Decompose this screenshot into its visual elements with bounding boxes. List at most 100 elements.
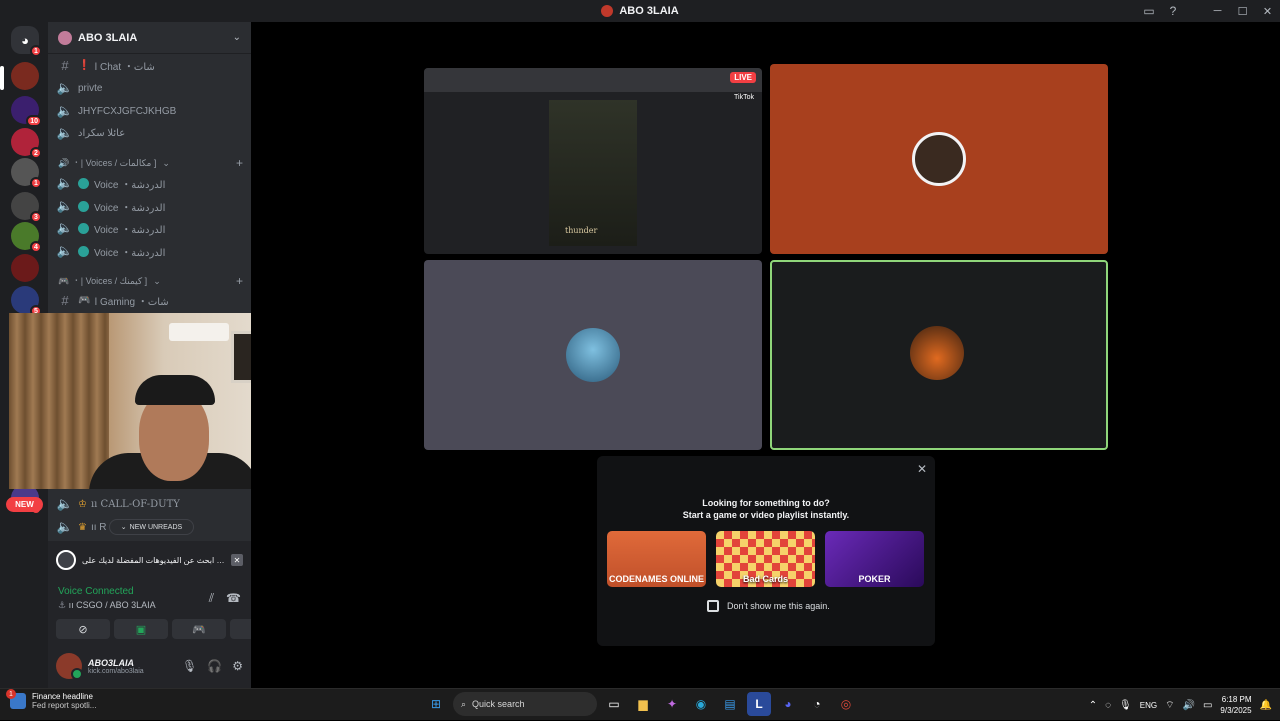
search-box[interactable]: ⌕ Quick search — [453, 692, 597, 716]
server-icon[interactable] — [11, 62, 39, 90]
chevron-up-icon[interactable]: ⌃ — [1089, 700, 1097, 711]
help-icon[interactable]: ? — [1161, 0, 1185, 22]
volume-icon[interactable]: 🔊 — [1183, 700, 1195, 711]
voice-channel[interactable]: 🔈 Voice ・الدردشة — [56, 196, 246, 216]
dont-show-checkbox[interactable]: Don't show me this again. — [707, 600, 830, 612]
voice-channel-cod[interactable]: 🔈 ♔ ıı CALL-OF-DUTY — [56, 494, 246, 514]
noise-suppression-icon[interactable]: ⫽ — [209, 591, 214, 606]
voice-channel[interactable]: 🔈 Voice ・الدردشة — [56, 173, 246, 193]
new-servers-pill[interactable]: NEW — [6, 497, 43, 512]
headphones-icon[interactable]: 🎧 — [207, 659, 222, 673]
globe-icon — [78, 200, 89, 212]
channel-privte[interactable]: 🔈 privte — [56, 78, 246, 98]
notification-icon[interactable]: 🔔 — [1260, 700, 1272, 711]
hash-icon: # — [61, 57, 69, 73]
avatar — [566, 328, 620, 382]
clock[interactable]: 6:18 PM 9/3/2025 — [1220, 694, 1251, 716]
activity-bar[interactable]: استكشف - ابحث عن الفيديوهات المفضلة لديك… — [48, 541, 251, 579]
voice-channel-info[interactable]: ⚓ ıı CSGO / ABO 3LAIA — [58, 600, 156, 611]
server-icon[interactable]: 1 — [11, 158, 42, 189]
battery-icon[interactable]: ▭ — [1203, 700, 1212, 711]
channel-voice[interactable]: 🔈 JHYFCXJGFCJKHGB — [56, 101, 246, 121]
category-label: 🔊 ⠐ | Voices / مكالمات ] — [58, 157, 157, 168]
chevron-down-icon[interactable]: ⌄ — [233, 32, 241, 43]
server-emoji-icon — [58, 30, 72, 45]
close-button[interactable]: ✕ — [1255, 0, 1280, 22]
game-card-codenames[interactable]: CODENAMES ONLINE — [607, 531, 706, 587]
news-badge: 1 — [6, 689, 16, 699]
channel-gaming[interactable]: # 🎮 ا Gaming ・شات — [56, 290, 246, 310]
inbox-icon[interactable]: ▭ — [1137, 0, 1161, 22]
server-header[interactable]: ABO 3LAIA ⌄ — [48, 22, 251, 54]
gear-icon[interactable]: ⚙ — [232, 659, 243, 673]
new-unreads-button[interactable]: ⌄ NEW UNREADS — [109, 519, 194, 535]
microphone-icon[interactable]: 🎙 — [1119, 700, 1132, 711]
minimize-button[interactable]: ─ — [1205, 0, 1230, 22]
microphone-icon[interactable]: 🎙 — [182, 659, 197, 673]
file-explorer-icon[interactable]: ▆ — [631, 692, 655, 716]
server-badge: 10 — [26, 115, 42, 127]
server-badge: 2 — [30, 147, 42, 159]
channel-chat[interactable]: # ❗ ا Chat ・شات — [56, 55, 246, 75]
server-icon[interactable]: 4 — [11, 222, 42, 253]
category-games[interactable]: 🎮 ⠐ | Voices / كيمنك ] ⌄ + — [58, 274, 243, 288]
game-name: Bad Cards — [742, 574, 788, 584]
screen-share-button[interactable]: ▣ — [114, 619, 168, 639]
close-icon[interactable]: ✕ — [231, 554, 243, 566]
add-channel-icon[interactable]: + — [236, 274, 243, 288]
hash-icon: # — [61, 292, 69, 308]
search-icon: ⌕ — [461, 698, 467, 709]
server-icon[interactable] — [11, 254, 39, 282]
discord-home-icon[interactable]: ◕ 1 — [11, 26, 42, 57]
discord-icon[interactable]: ◕ — [776, 692, 800, 716]
speaker-icon: 🔈 — [56, 496, 74, 511]
speaker-icon: 🔈 — [56, 220, 74, 235]
category-voices[interactable]: 🔊 ⠐ | Voices / مكالمات ] ⌄ + — [58, 156, 243, 170]
checkbox[interactable] — [707, 600, 719, 612]
voice-channel-name: ıı CSGO / ABO 3LAIA — [68, 600, 156, 610]
voice-channel[interactable]: 🔈 Voice ・الدردشة — [56, 241, 246, 261]
server-icon[interactable]: 10 — [11, 96, 42, 127]
task-view-icon[interactable]: ▭ — [602, 692, 626, 716]
activities-button[interactable]: 🎮 — [172, 619, 226, 639]
store-icon[interactable]: ▤ — [718, 692, 742, 716]
edge-icon[interactable]: ◉ — [689, 692, 713, 716]
disconnect-icon[interactable]: ☎ — [226, 591, 241, 606]
news-subtitle: Fed report spotli... — [32, 701, 97, 710]
start-icon[interactable]: ⊞ — [424, 692, 448, 716]
participant-tile[interactable] — [770, 64, 1108, 254]
app-icon[interactable]: ◔ — [805, 692, 829, 716]
wifi-icon[interactable]: ⌔ — [1165, 699, 1174, 712]
game-card-poker[interactable]: POKER — [825, 531, 924, 587]
participant-tile[interactable] — [424, 260, 762, 450]
system-tray: ⌃ ◌ 🎙 ENG ⌔ 🔊 ▭ 6:18 PM 9/3/2025 🔔 — [1089, 689, 1280, 721]
voice-status[interactable]: Voice Connected — [58, 586, 134, 597]
chrome-icon[interactable]: ◎ — [834, 692, 858, 716]
news-widget[interactable]: 1 Finance headline Fed report spotli... — [6, 689, 97, 710]
channel-label: Voice ・الدردشة — [94, 224, 166, 236]
channel-voice[interactable]: 🔈 عائلا سكراد — [56, 123, 246, 143]
server-icon[interactable]: 3 — [11, 192, 42, 223]
voice-channel[interactable]: 🔈 Voice ・الدردشة — [56, 218, 246, 238]
camera-off-button[interactable]: ⊘ — [56, 619, 110, 639]
launcher-icon[interactable]: L — [747, 692, 771, 716]
live-badge: LIVE — [730, 72, 756, 83]
participant-tile-speaking[interactable] — [770, 260, 1108, 450]
add-channel-icon[interactable]: + — [236, 156, 243, 170]
username[interactable]: ABO3LAIA — [88, 658, 176, 668]
game-card-bad-cards[interactable]: Bad Cards — [716, 531, 815, 587]
server-icon[interactable]: 2 — [11, 128, 42, 159]
avatar[interactable] — [56, 653, 83, 680]
server-name: ABO 3LAIA — [78, 31, 138, 44]
category-label: 🎮 ⠐ | Voices / كيمنك ] — [58, 275, 148, 286]
language-indicator[interactable]: ENG — [1140, 701, 1157, 710]
avatar — [910, 326, 964, 380]
copilot-icon[interactable]: ✦ — [660, 692, 684, 716]
screen-share-tile[interactable]: thunder TikTok LIVE — [424, 68, 762, 254]
maximize-button[interactable]: ☐ — [1230, 0, 1255, 22]
alert-icon: ❗ — [78, 59, 91, 71]
server-icon[interactable]: 5 — [11, 286, 42, 317]
close-icon[interactable]: ✕ — [917, 462, 927, 476]
app-tray-icon[interactable]: ◌ — [1105, 700, 1111, 711]
window-title: ABO 3LAIA — [601, 5, 679, 17]
